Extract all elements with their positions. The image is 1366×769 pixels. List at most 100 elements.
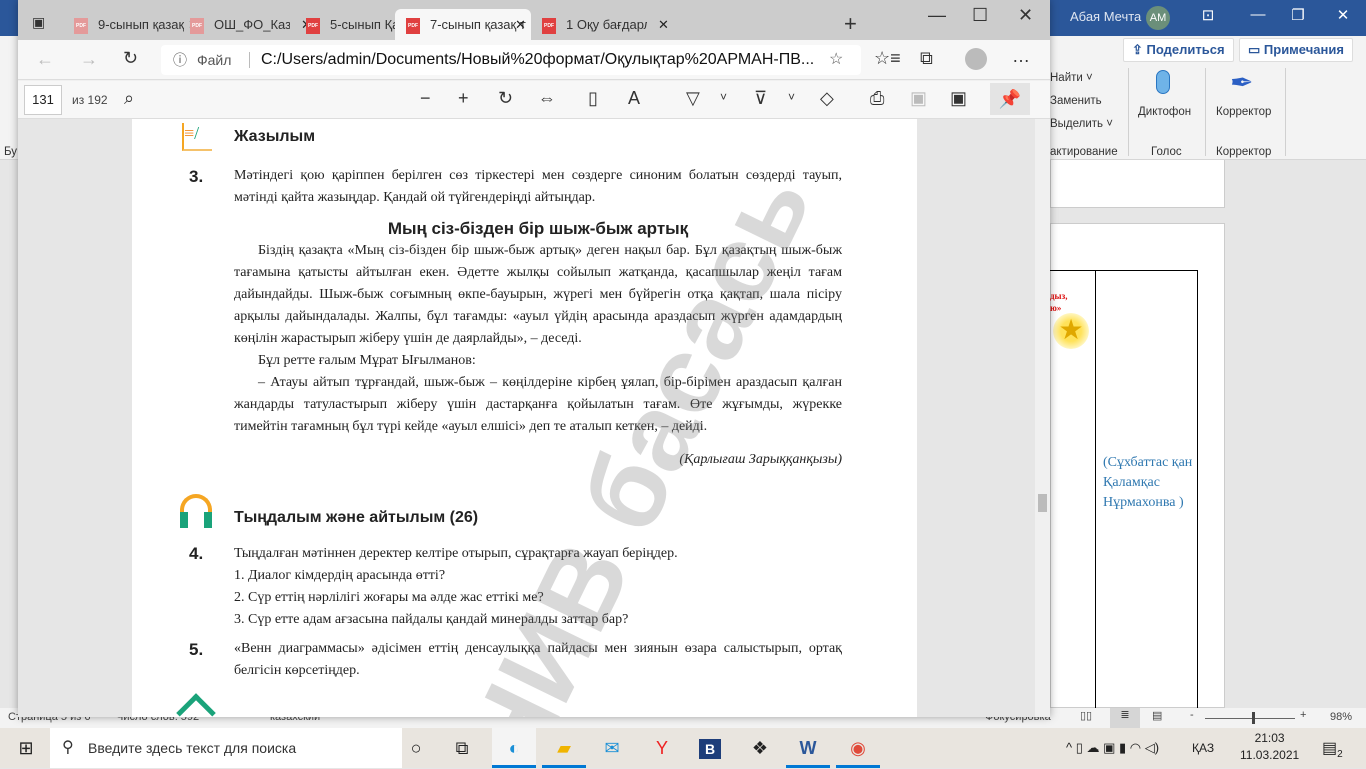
- tab-active[interactable]: PDF 7-сынып қазақ т: [395, 9, 531, 40]
- dropbox-icon[interactable]: ❖: [738, 728, 782, 768]
- more-icon[interactable]: …: [1012, 46, 1030, 67]
- restore-icon[interactable]: ❐: [1283, 6, 1313, 24]
- writing-icon: ≡/: [182, 123, 212, 151]
- replace-button[interactable]: Заменить: [1050, 95, 1102, 107]
- page-number-input[interactable]: 131: [24, 85, 62, 115]
- save-as-icon[interactable]: ▣: [950, 88, 967, 109]
- info-icon[interactable]: ⓘ: [173, 45, 187, 75]
- editor-button[interactable]: Корректор: [1216, 106, 1271, 118]
- search-icon[interactable]: ⌕: [124, 88, 134, 109]
- select-label: Выделить: [1050, 118, 1104, 130]
- eraser-icon[interactable]: ◇: [820, 88, 834, 109]
- input-language[interactable]: ҚАЗ: [1192, 741, 1214, 755]
- favorites-icon[interactable]: ☆≡: [874, 48, 901, 69]
- clock[interactable]: 21:03 11.03.2021: [1240, 731, 1299, 762]
- tab[interactable]: PDF 9-сынып қазақ т: [74, 9, 184, 40]
- taskbar-search-input[interactable]: ⚲ Введите здесь текст для поиска: [50, 728, 402, 768]
- rotate-icon[interactable]: ↻: [498, 88, 513, 109]
- profile-icon[interactable]: [965, 48, 987, 70]
- tray-icons[interactable]: ^ ▯ ☁ ▣ ▮ ◠ ◁): [1066, 740, 1159, 756]
- zoom-slider[interactable]: [1205, 718, 1295, 719]
- editor-pen-icon[interactable]: ✒: [1230, 66, 1253, 99]
- word-user-name[interactable]: Абая Мечта: [1070, 9, 1141, 24]
- headphones-icon: [180, 494, 212, 528]
- read-mode-icon[interactable]: ▯▯: [1080, 709, 1092, 722]
- group-editor-label: Корректор: [1216, 146, 1272, 158]
- group-voice-label: Голос: [1151, 146, 1182, 158]
- chevron-down-icon[interactable]: ˅: [788, 90, 795, 104]
- close-tab-icon[interactable]: ✕: [515, 17, 526, 33]
- scrollbar-thumb[interactable]: [1038, 494, 1047, 512]
- save-icon[interactable]: ▣: [910, 88, 927, 109]
- url-text: C:/Users/admin/Documents/Новый%20формат/…: [261, 51, 815, 68]
- task-number: 4.: [189, 544, 204, 563]
- pdf-icon: PDF: [74, 17, 88, 34]
- find-button[interactable]: Найти ˅: [1050, 72, 1093, 84]
- task-view-icon[interactable]: ⧉: [440, 728, 484, 768]
- table-cell-text: (Сұхбаттас қан Қаламқас Нұрмахонва ): [1103, 455, 1193, 510]
- tab-label: 7-сынып қазақ т: [430, 17, 526, 32]
- minimize-icon[interactable]: —: [1243, 6, 1273, 23]
- app-b-icon[interactable]: B: [688, 728, 732, 768]
- notification-icon[interactable]: ▤2: [1322, 738, 1343, 760]
- zoom-in[interactable]: +: [1300, 709, 1306, 721]
- highlight-icon[interactable]: ⊽: [754, 88, 767, 109]
- tab-label: 9-сынып қазақ т: [98, 17, 184, 32]
- zoom-level[interactable]: 98%: [1330, 711, 1352, 723]
- divider: [1285, 68, 1286, 156]
- add-favorite-icon[interactable]: ☆: [829, 45, 843, 75]
- word-icon[interactable]: W: [786, 728, 830, 768]
- avatar[interactable]: АМ: [1146, 6, 1170, 30]
- collections-icon[interactable]: ⧉: [920, 48, 933, 69]
- tab[interactable]: PDF 5-сынып Қазақ а: [306, 9, 402, 40]
- print-layout-icon[interactable]: ≣: [1110, 708, 1140, 728]
- zoom-slider-thumb[interactable]: [1252, 712, 1255, 724]
- mail-icon[interactable]: ✉: [590, 728, 634, 768]
- pdf-icon: PDF: [190, 17, 204, 34]
- ribbon-display-icon[interactable]: ⊡: [1193, 6, 1223, 24]
- close-icon[interactable]: ✕: [1328, 6, 1358, 24]
- draw-icon[interactable]: ▽: [686, 88, 700, 109]
- edge-icon[interactable]: ◐: [492, 728, 536, 768]
- ribbon-fragment: Бу: [4, 146, 18, 158]
- refresh-icon[interactable]: ↻: [123, 48, 138, 69]
- url-input[interactable]: ⓘ Файл C:/Users/admin/Documents/Новый%20…: [161, 45, 861, 75]
- chevron-down-icon[interactable]: ˅: [720, 90, 727, 104]
- pdf-page: ≡/ Жазылым 3. Мәтіндегі қою қаріппен бер…: [132, 119, 917, 717]
- url-scheme: Файл: [197, 52, 232, 68]
- forward-icon[interactable]: →: [80, 49, 98, 70]
- zoom-in-icon[interactable]: +: [458, 88, 469, 109]
- tab[interactable]: PDF ОШ_ФО_Казахск: [190, 9, 290, 40]
- zoom-out-icon[interactable]: −: [420, 88, 431, 109]
- red-line: дыз,: [1050, 291, 1068, 301]
- zoom-out[interactable]: -: [1190, 709, 1194, 721]
- microphone-icon[interactable]: [1156, 70, 1170, 94]
- tab-actions-icon[interactable]: ▣: [32, 14, 45, 31]
- new-tab-icon[interactable]: +: [844, 11, 857, 37]
- page-view-icon[interactable]: ▯: [588, 88, 598, 109]
- scrollbar[interactable]: [1035, 119, 1050, 717]
- share-button[interactable]: ⇪ Поделиться: [1123, 38, 1234, 62]
- tab-label: 1 Оқу бағдарлам: [566, 17, 647, 32]
- start-icon[interactable]: ⊞: [4, 728, 48, 768]
- back-icon[interactable]: ←: [36, 49, 54, 70]
- maximize-icon[interactable]: ☐: [972, 5, 988, 26]
- print-icon[interactable]: ⎙: [870, 88, 884, 109]
- tab-label: 5-сынып Қазақ а: [330, 17, 402, 32]
- comments-button[interactable]: ▭ Примечания: [1239, 38, 1353, 62]
- select-button[interactable]: Выделить ˅: [1050, 118, 1113, 130]
- cortana-icon[interactable]: ○: [394, 728, 438, 768]
- pdf-icon: PDF: [406, 17, 420, 34]
- read-aloud-icon[interactable]: A: [628, 88, 640, 109]
- dictate-button[interactable]: Диктофон: [1138, 106, 1191, 118]
- close-tab-icon[interactable]: ✕: [658, 17, 669, 33]
- fit-width-icon[interactable]: ⇔: [538, 88, 556, 109]
- web-layout-icon[interactable]: ▤: [1152, 709, 1162, 722]
- pin-icon[interactable]: 📌: [990, 83, 1030, 115]
- yandex-icon[interactable]: Y: [640, 728, 684, 768]
- tab[interactable]: PDF 1 Оқу бағдарлам: [532, 9, 647, 40]
- chrome-icon[interactable]: ◉: [836, 728, 880, 768]
- close-window-icon[interactable]: ✕: [1018, 5, 1033, 26]
- file-explorer-icon[interactable]: ▰: [542, 728, 586, 768]
- minimize-icon[interactable]: —: [928, 5, 946, 26]
